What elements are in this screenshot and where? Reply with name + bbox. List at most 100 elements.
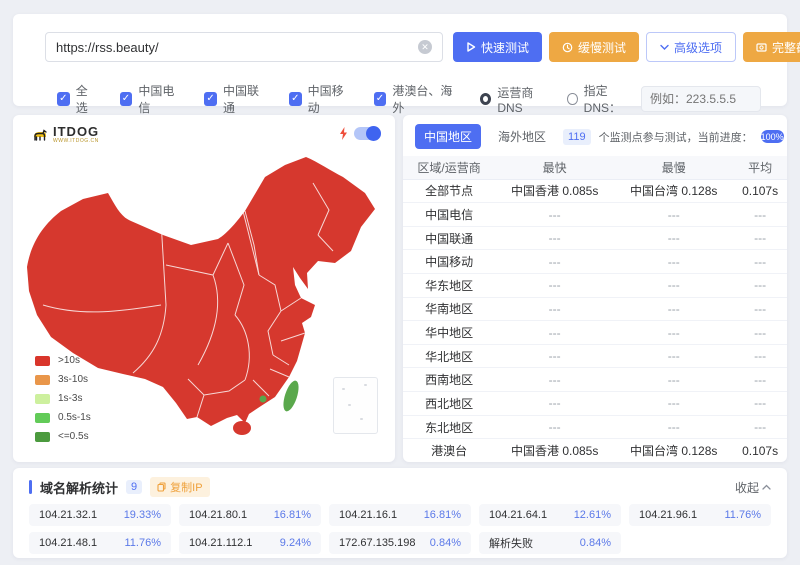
checkbox-checked-icon: ✓: [289, 92, 302, 106]
cell-slowest: ---: [614, 373, 733, 387]
ip-address: 104.21.32.1: [39, 509, 97, 521]
quick-test-button[interactable]: 快速测试: [453, 32, 542, 62]
header-region: 区域/运营商: [403, 159, 495, 176]
collapse-button[interactable]: 收起: [735, 479, 771, 496]
cell-slowest: ---: [614, 278, 733, 292]
cell-average: ---: [733, 349, 787, 363]
tab-china-region[interactable]: 中国地区: [415, 124, 481, 149]
ip-list: 104.21.32.1 19.33% 104.21.80.1 16.81% 10…: [29, 504, 771, 554]
ip-percentage: 0.84%: [430, 537, 461, 549]
clear-input-icon[interactable]: ✕: [418, 40, 432, 54]
ip-item[interactable]: 104.21.112.1 9.24%: [179, 532, 321, 554]
dns-stats-header: 域名解析统计 9 复制IP 收起: [29, 477, 771, 497]
results-tab-row: 中国地区 海外地区 119 个监测点参与测试，当前进度： 100%: [403, 115, 787, 156]
checkbox-select-all[interactable]: ✓ 全选: [57, 82, 98, 116]
screenshot-icon: [756, 42, 767, 52]
custom-dns-input[interactable]: [641, 86, 761, 112]
copy-icon: [157, 482, 166, 492]
cell-region: 中国联通: [403, 230, 495, 247]
ip-item[interactable]: 104.21.32.1 19.33%: [29, 504, 171, 526]
ip-item[interactable]: 104.21.48.1 11.76%: [29, 532, 171, 554]
cell-fastest: ---: [495, 420, 614, 434]
ip-percentage: 0.84%: [580, 537, 611, 549]
cell-average: ---: [733, 373, 787, 387]
legend-item: >10s: [35, 351, 91, 370]
checkbox-china-unicom[interactable]: ✓ 中国联通: [204, 82, 267, 116]
ip-item[interactable]: 解析失败 0.84%: [479, 532, 621, 554]
legend-swatch: [35, 413, 50, 423]
radio-isp-dns[interactable]: [480, 93, 491, 105]
china-map-panel: ITDOG WWW.ITDOG.CN: [13, 115, 395, 462]
ip-item[interactable]: 104.21.80.1 16.81%: [179, 504, 321, 526]
cell-average: ---: [733, 420, 787, 434]
slow-test-button[interactable]: 缓慢测试: [549, 32, 639, 62]
legend-item: 0.5s-1s: [35, 408, 91, 427]
checkbox-china-telecom[interactable]: ✓ 中国电信: [120, 82, 183, 116]
hongkong-dot: [260, 396, 267, 403]
legend-item: 1s-3s: [35, 389, 91, 408]
cell-region: 华东地区: [403, 277, 495, 294]
clock-icon: [562, 42, 573, 53]
checkbox-overseas[interactable]: ✓ 港澳台、海外: [374, 82, 459, 116]
radio-isp-dns-label: 运营商DNS: [497, 84, 548, 115]
table-row[interactable]: 华中地区 --- --- ---: [403, 321, 787, 345]
ip-address: 104.21.80.1: [189, 509, 247, 521]
radio-custom-dns[interactable]: [567, 93, 577, 105]
url-input-wrap: ✕: [45, 32, 443, 62]
header-fastest: 最快: [495, 159, 614, 176]
checkbox-checked-icon: ✓: [374, 92, 387, 106]
checkbox-label: 全选: [76, 82, 98, 116]
copy-ip-label: 复制IP: [170, 479, 202, 495]
cell-fastest: ---: [495, 396, 614, 410]
table-row[interactable]: 西北地区 --- --- ---: [403, 392, 787, 416]
cell-fastest: ---: [495, 231, 614, 245]
advanced-options-label: 高级选项: [674, 39, 722, 56]
ip-address: 104.21.48.1: [39, 537, 97, 549]
table-row[interactable]: 华东地区 --- --- ---: [403, 274, 787, 298]
table-row[interactable]: 华北地区 --- --- ---: [403, 345, 787, 369]
cell-average: 0.107s: [733, 444, 787, 458]
ip-address: 104.21.112.1: [189, 537, 252, 549]
cell-average: ---: [733, 231, 787, 245]
url-input[interactable]: [56, 40, 418, 55]
table-row[interactable]: 中国联通 --- --- ---: [403, 227, 787, 251]
table-row[interactable]: 西南地区 --- --- ---: [403, 368, 787, 392]
cell-fastest: ---: [495, 373, 614, 387]
table-row[interactable]: 港澳台 中国香港 0.085s 中国台湾 0.128s 0.107s: [403, 439, 787, 462]
cell-region: 中国电信: [403, 206, 495, 223]
cell-slowest: ---: [614, 302, 733, 316]
cell-fastest: ---: [495, 302, 614, 316]
checkbox-checked-icon: ✓: [120, 92, 133, 106]
action-buttons: 快速测试 缓慢测试 高级选项 完整截图: [453, 32, 759, 62]
advanced-options-button[interactable]: 高级选项: [646, 32, 736, 62]
checkbox-china-mobile[interactable]: ✓ 中国移动: [289, 82, 352, 116]
cell-slowest: 中国台湾 0.128s: [614, 442, 733, 459]
checkbox-label: 中国联通: [223, 82, 267, 116]
table-row[interactable]: 中国移动 --- --- ---: [403, 250, 787, 274]
options-row: ✓ 全选 ✓ 中国电信 ✓ 中国联通 ✓ 中国移动 ✓ 港澳台、海外 运营商DN…: [57, 82, 761, 116]
table-row[interactable]: 中国电信 --- --- ---: [403, 203, 787, 227]
cell-slowest: ---: [614, 420, 733, 434]
cell-region: 华北地区: [403, 348, 495, 365]
table-row[interactable]: 东北地区 --- --- ---: [403, 416, 787, 440]
legend-swatch: [35, 375, 50, 385]
cell-fastest: ---: [495, 278, 614, 292]
cell-region: 华南地区: [403, 300, 495, 317]
ip-address: 解析失败: [489, 535, 533, 551]
ip-item[interactable]: 172.67.135.198 0.84%: [329, 532, 471, 554]
table-row[interactable]: 华南地区 --- --- ---: [403, 298, 787, 322]
ip-item[interactable]: 104.21.96.1 11.76%: [629, 504, 771, 526]
progress-text: 个监测点参与测试，当前进度：: [599, 129, 753, 145]
table-row[interactable]: 全部节点 中国香港 0.085s 中国台湾 0.128s 0.107s: [403, 180, 787, 204]
tab-overseas-region[interactable]: 海外地区: [489, 124, 555, 149]
full-screenshot-button[interactable]: 完整截图: [743, 32, 800, 62]
checkbox-label: 港澳台、海外: [392, 82, 458, 116]
ip-item[interactable]: 104.21.16.1 16.81%: [329, 504, 471, 526]
ip-item[interactable]: 104.21.64.1 12.61%: [479, 504, 621, 526]
cell-average: ---: [733, 208, 787, 222]
radio-custom-dns-label: 指定DNS：: [584, 82, 635, 116]
slow-test-label: 缓慢测试: [578, 39, 626, 56]
copy-ip-button[interactable]: 复制IP: [150, 477, 209, 497]
chevron-up-icon: [762, 484, 771, 491]
cell-region: 西南地区: [403, 371, 495, 388]
